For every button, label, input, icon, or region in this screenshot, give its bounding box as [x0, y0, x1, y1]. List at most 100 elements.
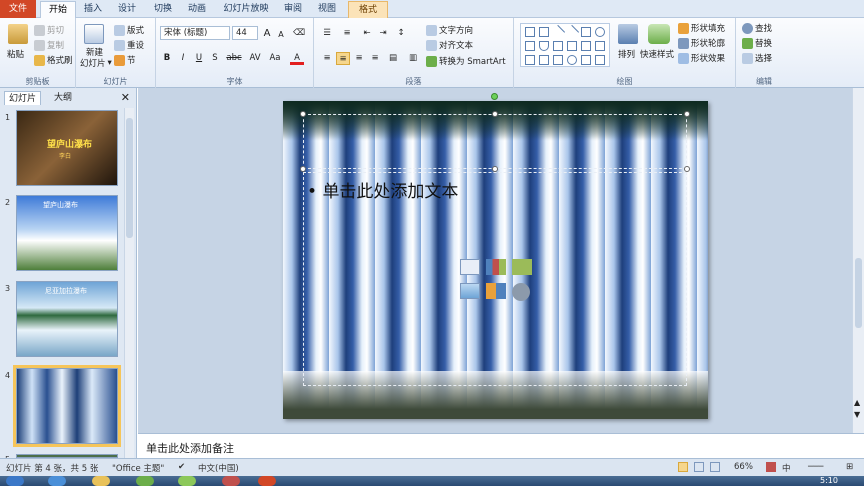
elbow-connector-shape-icon[interactable]	[553, 41, 563, 51]
zoom-slider[interactable]: ───	[808, 462, 823, 472]
tab-review[interactable]: 审阅	[278, 1, 308, 18]
app-icon-green[interactable]	[136, 476, 154, 486]
select-button[interactable]: 选择	[742, 52, 772, 64]
star-shape-icon[interactable]	[525, 55, 535, 65]
freeform-shape-icon[interactable]	[581, 55, 591, 65]
align-center-icon[interactable]: ≡	[336, 52, 350, 65]
fit-window-icon[interactable]: ⊞	[846, 462, 853, 472]
new-slide-icon[interactable]	[84, 24, 104, 44]
powerpoint-taskbar-icon[interactable]	[258, 476, 276, 486]
reset-button[interactable]: 重设	[114, 39, 144, 51]
notes-pane[interactable]: 单击此处添加备注	[138, 433, 864, 458]
insert-chart-icon[interactable]	[486, 259, 506, 275]
rounded-rect-shape-icon[interactable]	[525, 41, 535, 51]
more-shapes-icon[interactable]	[595, 55, 605, 65]
clear-format-icon[interactable]: ⌫	[292, 27, 306, 40]
insert-media-icon[interactable]	[512, 283, 530, 301]
shape-fill-button[interactable]: 形状填充	[678, 22, 725, 34]
prev-slide-icon[interactable]: ▲	[854, 398, 860, 407]
new-slide-dropdown[interactable]: 幻灯片 ▾	[80, 57, 112, 69]
align-text-button[interactable]: 对齐文本	[426, 39, 473, 51]
smartart-button[interactable]: 转换为 SmartArt	[426, 55, 506, 67]
zoom-level[interactable]: 66%	[734, 462, 753, 472]
arrange-button[interactable]: 排列	[618, 48, 635, 60]
right-arrow-shape-icon[interactable]	[581, 41, 591, 51]
quick-styles-icon[interactable]	[648, 24, 670, 44]
down-arrow-shape-icon[interactable]	[595, 41, 605, 51]
content-placeholder[interactable]	[303, 172, 687, 386]
bracket-shape-icon[interactable]	[539, 55, 549, 65]
grow-font-button[interactable]: A	[260, 27, 274, 40]
bullets-icon[interactable]: ☰	[320, 27, 334, 40]
slide-thumb-4[interactable]	[13, 365, 121, 447]
curve-shape-icon[interactable]	[567, 55, 577, 65]
numbering-icon[interactable]: ≡	[340, 27, 354, 40]
zoom-out-icon[interactable]	[766, 462, 776, 472]
slide-scrollbar[interactable]: ▲ ▼	[852, 88, 864, 433]
start-button[interactable]	[6, 476, 24, 486]
close-icon[interactable]: ✕	[121, 91, 130, 104]
change-case-button[interactable]: Aa	[266, 52, 284, 65]
folder-icon[interactable]	[92, 476, 110, 486]
insert-picture-icon[interactable]	[460, 283, 480, 299]
reading-view-icon[interactable]	[710, 462, 720, 472]
resize-handle-tl[interactable]	[300, 111, 306, 117]
tab-outline-panel[interactable]: 大纲	[50, 91, 76, 105]
spellcheck-icon[interactable]: ✔	[178, 462, 185, 472]
align-right-icon[interactable]: ≡	[352, 52, 366, 65]
columns-icon[interactable]: ▥	[406, 52, 420, 65]
tab-view[interactable]: 视图	[312, 1, 342, 18]
tab-insert[interactable]: 插入	[78, 1, 108, 18]
resize-handle-tc[interactable]	[492, 111, 498, 117]
italic-button[interactable]: I	[176, 52, 190, 65]
shape-outline-button[interactable]: 形状轮廓	[678, 37, 725, 49]
next-slide-icon[interactable]: ▼	[854, 410, 860, 419]
resize-handle-tr[interactable]	[684, 111, 690, 117]
tab-transitions[interactable]: 切换	[148, 1, 178, 18]
format-painter-button[interactable]: 格式刷	[34, 54, 73, 66]
replace-button[interactable]: 替换	[742, 37, 772, 49]
textbox-vertical-shape-icon[interactable]	[539, 27, 549, 37]
title-placeholder[interactable]	[303, 114, 687, 169]
panel-scrollbar[interactable]	[124, 108, 134, 458]
shadow-button[interactable]: S	[208, 52, 222, 65]
rectangle-shape-icon[interactable]	[581, 27, 591, 37]
slide-thumb-3[interactable]: 尼亚加拉瀑布	[16, 281, 118, 357]
slide-thumb-2[interactable]: 望庐山瀑布	[16, 195, 118, 271]
shapes-gallery[interactable]	[520, 23, 610, 67]
normal-view-icon[interactable]	[678, 462, 688, 472]
oval-shape-icon[interactable]	[595, 27, 605, 37]
section-button[interactable]: 节	[114, 54, 136, 66]
insert-clipart-icon[interactable]	[486, 283, 506, 299]
shrink-font-button[interactable]: A	[274, 28, 288, 41]
line-spacing-icon[interactable]: ↕	[394, 27, 408, 40]
align-left-icon[interactable]: ≡	[320, 52, 334, 65]
app-icon-red[interactable]	[222, 476, 240, 486]
font-size-combo[interactable]: 44	[232, 26, 258, 40]
shape-effects-button[interactable]: 形状效果	[678, 52, 725, 64]
ime-indicator[interactable]: 中	[782, 462, 791, 474]
curved-connector-shape-icon[interactable]	[567, 41, 577, 51]
paste-button[interactable]: 粘贴	[7, 48, 24, 60]
find-button[interactable]: 查找	[742, 22, 772, 34]
insert-table-icon[interactable]	[460, 259, 480, 275]
tab-design[interactable]: 设计	[112, 1, 142, 18]
strikethrough-button[interactable]: abc	[224, 52, 244, 65]
indent-decrease-icon[interactable]: ⇤	[360, 27, 374, 40]
slide-sorter-icon[interactable]	[694, 462, 704, 472]
justify-icon[interactable]: ≡	[368, 52, 382, 65]
insert-smartart-icon[interactable]	[512, 259, 532, 275]
app-icon-lime[interactable]	[178, 476, 196, 486]
textbox-shape-icon[interactable]	[525, 27, 535, 37]
font-name-combo[interactable]: 宋体 (标题)	[160, 26, 230, 40]
tab-slides-panel[interactable]: 幻灯片	[4, 91, 42, 105]
panel-scroll-thumb[interactable]	[126, 118, 133, 238]
tab-slideshow[interactable]: 幻灯片放映	[218, 1, 274, 18]
layout-button[interactable]: 版式	[114, 24, 144, 36]
line-shape-icon[interactable]	[550, 24, 566, 40]
arrange-icon[interactable]	[618, 24, 638, 44]
tab-animations[interactable]: 动画	[182, 1, 212, 18]
slide-thumb-1[interactable]: 望庐山瀑布 李白	[16, 110, 118, 186]
paste-icon[interactable]	[8, 24, 28, 44]
indent-increase-icon[interactable]: ⇥	[376, 27, 390, 40]
